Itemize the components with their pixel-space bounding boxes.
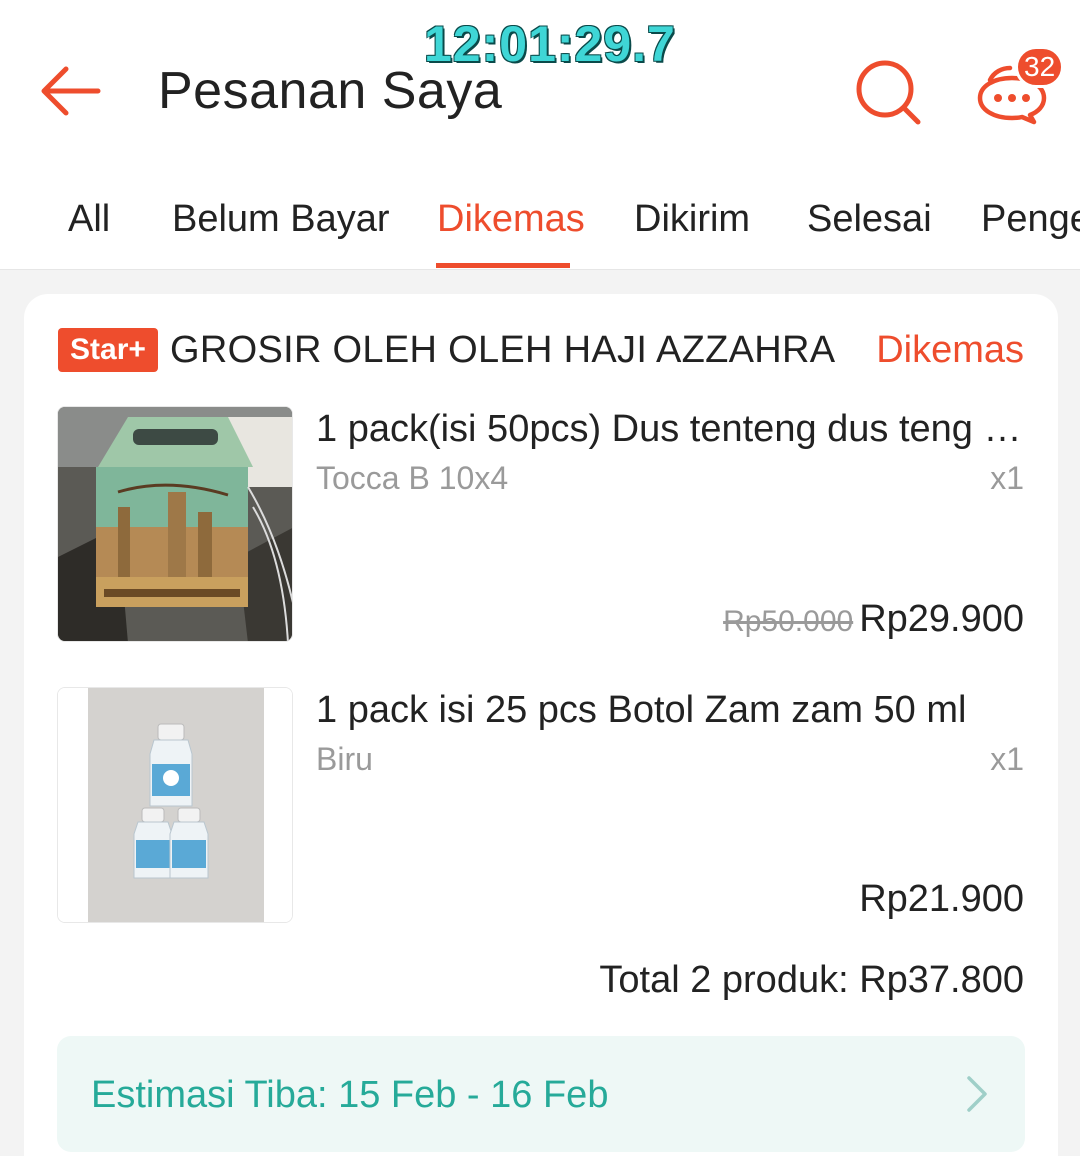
product-quantity: x1 bbox=[990, 741, 1024, 777]
search-icon bbox=[856, 60, 921, 125]
tab-dikirim[interactable]: Dikirim bbox=[634, 196, 750, 242]
gift-box-image bbox=[58, 407, 292, 641]
shop-name[interactable]: GROSIR OLEH OLEH HAJI AZZAHRA bbox=[170, 326, 835, 374]
order-status-label: Dikemas bbox=[876, 329, 1024, 371]
product-name[interactable]: 1 pack(isi 50pcs) Dus tenteng dus teng t… bbox=[316, 405, 1028, 453]
product-variant: Tocca B 10x4 bbox=[316, 460, 509, 496]
delivery-estimate-text: Estimasi Tiba: 15 Feb - 16 Feb bbox=[91, 1074, 609, 1116]
order-card[interactable]: Star+ GROSIR OLEH OLEH HAJI AZZAHRA Dike… bbox=[24, 294, 1058, 1156]
order-total: Total 2 produk: Rp37.800 bbox=[599, 959, 1024, 1001]
discounted-price: Rp29.900 bbox=[859, 598, 1024, 640]
original-price: Rp50.000 bbox=[723, 605, 854, 638]
product-image-gift-box[interactable] bbox=[57, 406, 293, 642]
product-image-bottles[interactable] bbox=[57, 687, 293, 923]
app-header: Pesanan Saya 12:01:29.7 32 bbox=[0, 0, 1080, 160]
product-price: Rp21.900 bbox=[859, 878, 1024, 920]
bottles-image bbox=[58, 688, 292, 922]
delivery-estimate-bar[interactable]: Estimasi Tiba: 15 Feb - 16 Feb bbox=[57, 1036, 1025, 1152]
star-plus-badge: Star+ bbox=[58, 328, 158, 372]
product-variant: Biru bbox=[316, 741, 373, 777]
clock-overlay: 12:01:29.7 bbox=[424, 16, 676, 72]
tab-dikemas[interactable]: Dikemas bbox=[437, 196, 585, 242]
arrow-left-icon bbox=[41, 66, 101, 116]
search-button[interactable] bbox=[852, 56, 926, 130]
tab-all[interactable]: All bbox=[68, 196, 110, 242]
product-name[interactable]: 1 pack isi 25 pcs Botol Zam zam 50 ml bbox=[316, 686, 1028, 734]
product-price-row: Rp21.900 bbox=[859, 878, 1024, 921]
chat-unread-badge: 32 bbox=[1015, 46, 1065, 88]
chevron-right-icon bbox=[967, 1076, 987, 1112]
product-price-row: Rp50.000 Rp29.900 bbox=[723, 598, 1024, 641]
active-tab-indicator bbox=[436, 263, 570, 268]
product-quantity: x1 bbox=[990, 460, 1024, 496]
tab-pengembalian[interactable]: Pengembalian bbox=[981, 196, 1080, 242]
back-button[interactable] bbox=[34, 60, 104, 122]
order-status-tabs: All Belum Bayar Dikemas Dikirim Selesai … bbox=[0, 160, 1080, 270]
tab-selesai[interactable]: Selesai bbox=[807, 196, 932, 242]
tab-belum-bayar[interactable]: Belum Bayar bbox=[172, 196, 390, 242]
